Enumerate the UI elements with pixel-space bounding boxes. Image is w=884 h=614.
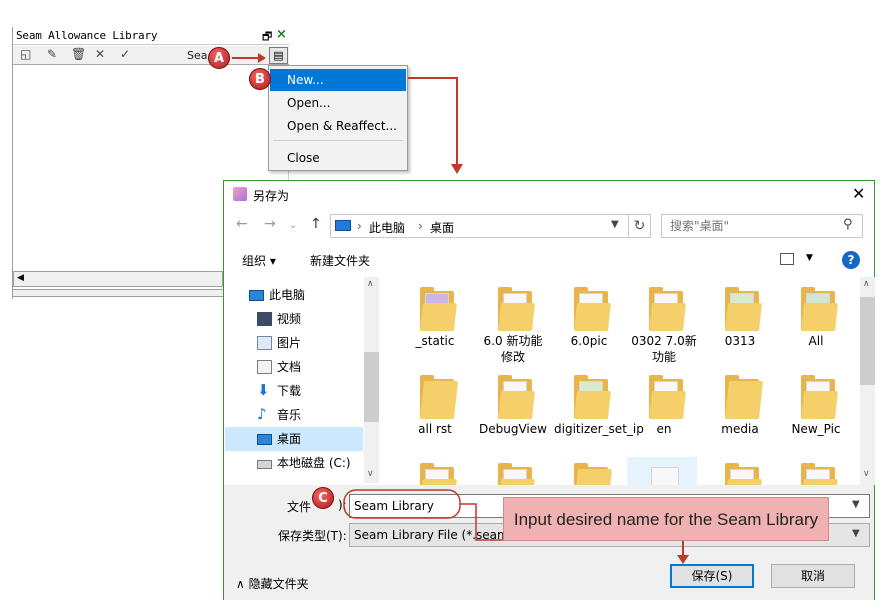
annotation-arrowhead-save <box>677 555 689 564</box>
annotation-badge-c: C <box>312 487 334 509</box>
filename-highlight-ring <box>343 489 461 519</box>
annotation-connector-b <box>408 77 458 165</box>
annotation-badge-a: A <box>208 47 230 69</box>
annotation-connector-c <box>460 503 503 541</box>
annotation-badge-b: B <box>249 68 271 90</box>
annotation-arrowhead-b <box>451 164 463 174</box>
annotation-callout: Input desired name for the Seam Library <box>503 497 829 541</box>
annotation-arrowhead-a <box>258 53 266 63</box>
